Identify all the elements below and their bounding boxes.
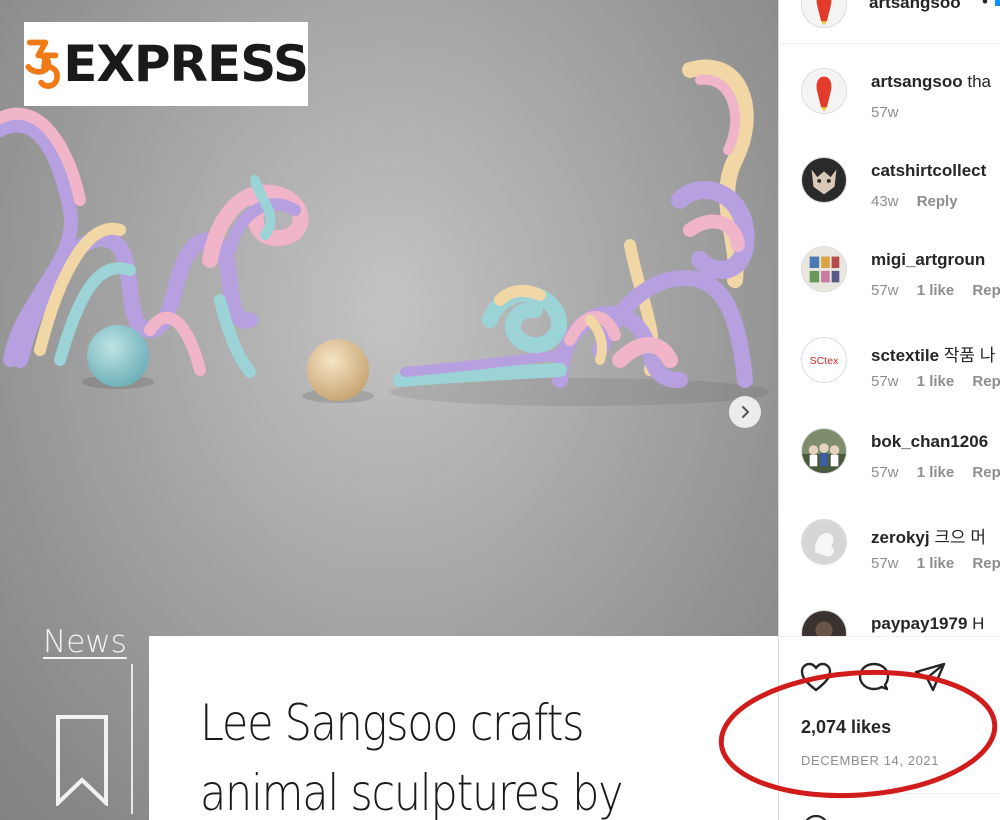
comment-likes[interactable]: 1 like: [917, 373, 955, 390]
site-logo[interactable]: EXPRESS: [24, 22, 309, 106]
comment-username[interactable]: sctextile: [871, 346, 939, 365]
comment-item: artsangsoo tha 57w: [779, 68, 1000, 148]
comment-item: bok_chan1206 57w 1 like Rep: [779, 428, 1000, 508]
bookmark-icon[interactable]: [55, 714, 109, 806]
comment-avatar[interactable]: [801, 519, 847, 565]
comment-item: migi_artgroun 57w 1 like Rep: [779, 246, 1000, 326]
parrot-avatar-image: [801, 68, 847, 114]
chevron-right-icon: [742, 406, 749, 418]
news-section-link[interactable]: News: [43, 624, 127, 660]
reply-button[interactable]: Rep: [972, 373, 1000, 390]
comment-username[interactable]: bok_chan1206: [871, 432, 988, 451]
reply-button[interactable]: Rep: [972, 555, 1000, 572]
comment-text: artsangsoo tha: [871, 72, 991, 92]
comment-body: 작품 나: [939, 346, 996, 365]
next-image-button[interactable]: [729, 396, 761, 428]
comments-panel: artsangsoo • artsangsoo tha 57w catshirt…: [778, 0, 1000, 820]
comment-avatar[interactable]: [801, 157, 847, 203]
reply-button[interactable]: Reply: [917, 193, 958, 210]
comment-body: H: [967, 614, 985, 633]
comment-meta: 43w Reply: [871, 193, 972, 210]
comment-text: paypay1979 H: [871, 614, 984, 634]
comment-username[interactable]: artsangsoo: [871, 72, 963, 91]
article-title-line: animal sculptures by: [200, 764, 624, 820]
heart-icon[interactable]: [799, 661, 833, 693]
post-date[interactable]: DECEMBER 14, 2021: [801, 753, 939, 768]
comment-likes[interactable]: 1 like: [917, 282, 955, 299]
logo-text: EXPRESS: [63, 35, 309, 93]
cat-pattern-avatar-image: [801, 157, 847, 203]
divider: [779, 793, 1000, 794]
header-separator: •: [982, 0, 988, 11]
sctex-avatar-image: SCtex: [801, 337, 847, 383]
post-header: artsangsoo •: [779, 0, 1000, 44]
comment-time[interactable]: 57w: [871, 282, 899, 299]
comment-avatar[interactable]: [801, 246, 847, 292]
sctex-avatar-text: SCtex: [810, 355, 839, 367]
divider: [131, 664, 133, 814]
comment-text: migi_artgroun: [871, 250, 985, 270]
comment-item: SCtex sctextile 작품 나 57w 1 like Rep: [779, 337, 1000, 417]
comment-time[interactable]: 57w: [871, 104, 899, 121]
likes-count[interactable]: 2,074 likes: [801, 717, 891, 738]
comment-meta: 57w 1 like Rep: [871, 373, 1000, 390]
comment-avatar[interactable]: [801, 428, 847, 474]
article-title[interactable]: Lee Sangsoo crafts animal sculptures by: [200, 688, 664, 820]
white-sculpture-avatar-image: [801, 519, 847, 565]
comment-time[interactable]: 43w: [871, 193, 899, 210]
comment-text: zerokyj 크으 머: [871, 523, 986, 548]
comment-time[interactable]: 57w: [871, 464, 899, 481]
comment-username[interactable]: paypay1979: [871, 614, 967, 633]
author-avatar[interactable]: [801, 0, 847, 28]
comment-avatar[interactable]: [801, 68, 847, 114]
author-username[interactable]: artsangsoo: [869, 0, 961, 13]
comment-meta: 57w 1 like Rep: [871, 282, 1000, 299]
comment-username[interactable]: migi_artgroun: [871, 250, 985, 269]
logo-35-mark: [25, 39, 60, 89]
parrot-avatar-image: [801, 0, 847, 28]
comment-avatar[interactable]: SCtex: [801, 337, 847, 383]
comment-meta: 57w: [871, 104, 913, 121]
comment-time[interactable]: 57w: [871, 555, 899, 572]
follow-button[interactable]: [995, 0, 1000, 6]
comment-meta: 57w 1 like Rep: [871, 555, 1000, 572]
comment-meta: 57w 1 like Rep: [871, 464, 1000, 481]
comment-time[interactable]: 57w: [871, 373, 899, 390]
comment-likes[interactable]: 1 like: [917, 555, 955, 572]
comment-username[interactable]: zerokyj: [871, 528, 930, 547]
comment-body: tha: [962, 72, 991, 91]
article-title-line: Lee Sangsoo crafts: [200, 694, 585, 752]
comment-body: 크으 머: [929, 528, 986, 547]
comment-text: sctextile 작품 나: [871, 341, 995, 366]
art-gallery-avatar-image: [801, 246, 847, 292]
post-actions: 2,074 likes DECEMBER 14, 2021: [779, 636, 1000, 820]
reply-button[interactable]: Rep: [972, 282, 1000, 299]
comment-item: catshirtcollect 43w Reply: [779, 157, 1000, 237]
comment-text: catshirtcollect: [871, 161, 986, 181]
reply-button[interactable]: Rep: [972, 464, 1000, 481]
comment-likes[interactable]: 1 like: [917, 464, 955, 481]
group-photo-avatar-image: [801, 428, 847, 474]
comment-username[interactable]: catshirtcollect: [871, 161, 986, 180]
paper-plane-icon[interactable]: [913, 661, 947, 693]
comment-icon[interactable]: [857, 661, 891, 693]
comment-item: zerokyj 크으 머 57w 1 like Rep: [779, 519, 1000, 599]
comment-text: bok_chan1206: [871, 432, 988, 452]
emoji-icon[interactable]: [801, 813, 831, 820]
